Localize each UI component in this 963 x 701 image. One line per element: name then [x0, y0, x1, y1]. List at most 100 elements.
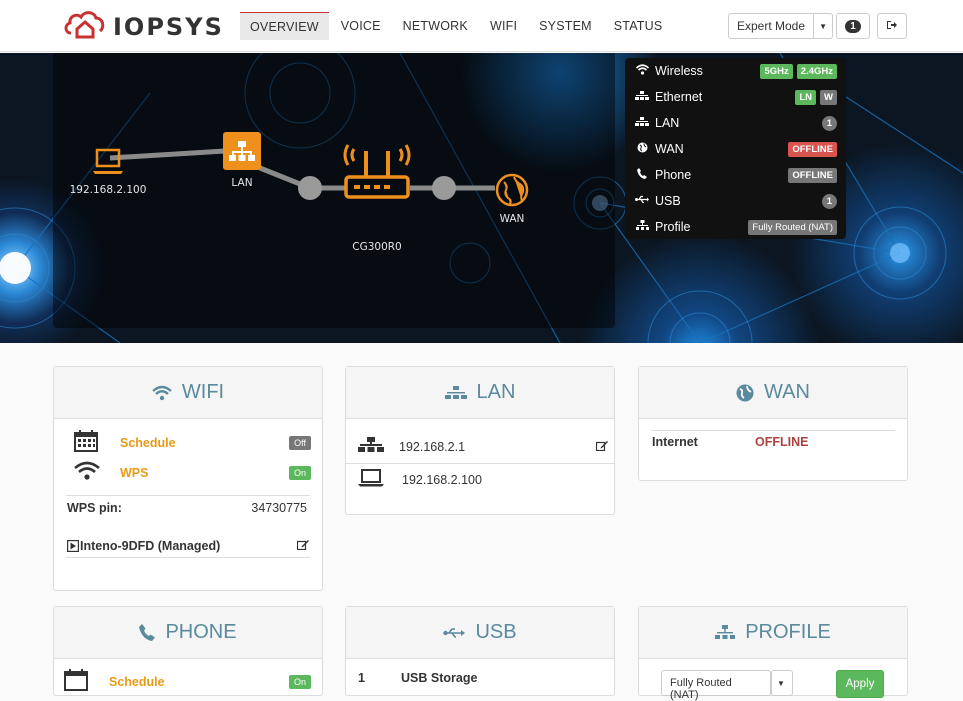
usb-panel-title: USB: [475, 621, 517, 643]
brand-logo[interactable]: IOPSYS: [63, 9, 224, 44]
lan-gateway-ip: 192.168.2.1: [399, 439, 466, 454]
badge-usb-count: 1: [821, 193, 837, 209]
status-row-lan[interactable]: LAN 1: [633, 111, 837, 135]
usb-device-name: USB Storage: [401, 671, 478, 685]
ssid-row[interactable]: Inteno-9DFD (Managed): [67, 539, 309, 553]
lan-panel-header[interactable]: LAN: [346, 367, 614, 419]
wps-label: WPS: [120, 465, 149, 480]
notification-count: 1: [845, 19, 861, 33]
wifi-schedule-label: Schedule: [120, 435, 176, 450]
profile-panel-header[interactable]: PROFILE: [639, 607, 907, 659]
wan-internet-label: Internet: [652, 435, 698, 449]
badge-lan-count: 1: [821, 115, 837, 131]
usb-device-row[interactable]: 1 USB Storage: [358, 671, 608, 685]
hero-network-overview: 192.168.2.100 LAN CG300R0 WAN Wireless 5…: [0, 53, 963, 343]
brand-name: IOPSYS: [113, 12, 224, 41]
ssid-name: Inteno-9DFD (Managed): [80, 539, 221, 553]
status-row-phone[interactable]: Phone OFFLINE: [633, 163, 837, 187]
wifi-icon: [152, 385, 172, 401]
nav-overview[interactable]: OVERVIEW: [240, 12, 329, 40]
phone-icon: [633, 168, 651, 182]
lan-switch-icon[interactable]: [223, 132, 261, 170]
sitemap-icon: [358, 437, 384, 456]
phone-schedule-label: Schedule: [109, 674, 165, 689]
lan-client-ip: 192.168.2.100: [402, 472, 482, 487]
nav-status[interactable]: STATUS: [604, 12, 673, 40]
phone-schedule-row[interactable]: Schedule On: [64, 669, 311, 694]
sitemap-icon: [633, 90, 651, 104]
profile-panel-title: PROFILE: [745, 621, 831, 643]
usb-icon: [633, 195, 651, 207]
wifi-icon: [74, 461, 100, 484]
phone-panel: PHONE Schedule On: [53, 606, 323, 696]
usb-panel: USB 1 USB Storage: [345, 606, 615, 696]
nav-wifi[interactable]: WIFI: [480, 12, 527, 40]
wan-internet-row[interactable]: Internet OFFLINE: [652, 435, 892, 449]
wps-pin-row: WPS pin: 34730775: [67, 501, 307, 515]
status-label-ethernet: Ethernet: [655, 90, 703, 104]
mode-dropdown-toggle[interactable]: ▼: [814, 13, 834, 39]
badge-5ghz: 5GHz: [760, 63, 793, 79]
mode-selector: Expert Mode ▼: [728, 13, 834, 39]
wps-row[interactable]: WPS On: [74, 461, 311, 484]
profile-select-value: Fully Routed (NAT): [670, 677, 732, 701]
nav-network[interactable]: NETWORK: [393, 12, 478, 40]
wifi-panel-header[interactable]: WIFI: [54, 367, 322, 419]
badge-phone-state: OFFLINE: [788, 167, 837, 183]
wan-globe-icon[interactable]: [495, 173, 529, 212]
badge-w: W: [820, 89, 837, 105]
status-label-lan: LAN: [655, 116, 680, 130]
calendar-icon: [74, 430, 98, 455]
phone-panel-header[interactable]: PHONE: [54, 607, 322, 659]
divider: [651, 430, 895, 431]
profile-select-caret[interactable]: ▼: [771, 670, 793, 696]
status-row-ethernet[interactable]: Ethernet LN W: [633, 85, 837, 109]
nav-system[interactable]: SYSTEM: [529, 12, 602, 40]
usb-icon: [443, 627, 466, 639]
lan-panel: LAN 192.168.2.1 192.168.2.100: [345, 366, 615, 515]
usb-device-index: 1: [358, 671, 365, 685]
client-laptop-icon[interactable]: [92, 147, 124, 182]
lan-gateway-row[interactable]: 192.168.2.1: [358, 437, 608, 456]
divider: [66, 557, 310, 558]
status-row-profile[interactable]: Profile Fully Routed (NAT): [633, 215, 837, 239]
status-label-profile: Profile: [655, 220, 691, 234]
status-row-wan[interactable]: WAN OFFLINE: [633, 137, 837, 161]
router-model-label: CG300R0: [352, 241, 402, 253]
expert-mode-button[interactable]: Expert Mode: [728, 13, 815, 39]
usb-panel-header[interactable]: USB: [346, 607, 614, 659]
nav-voice[interactable]: VOICE: [331, 12, 391, 40]
phone-schedule-state[interactable]: On: [288, 674, 311, 689]
status-row-wireless[interactable]: Wireless 5GHz 2.4GHz: [633, 59, 837, 83]
edit-icon[interactable]: [595, 440, 608, 454]
profile-select[interactable]: Fully Routed (NAT): [661, 670, 771, 701]
notifications-button[interactable]: 1: [836, 13, 870, 39]
wifi-schedule-state[interactable]: Off: [289, 435, 311, 450]
apply-button[interactable]: Apply: [836, 670, 884, 698]
sitemap-icon: [633, 116, 651, 130]
sign-out-icon: [886, 17, 898, 35]
wifi-schedule-row[interactable]: Schedule Off: [74, 430, 311, 455]
profile-network-icon: [633, 220, 651, 234]
router-icon[interactable]: [342, 143, 412, 210]
lan-node-label: LAN: [231, 177, 253, 189]
status-label-usb: USB: [655, 194, 681, 208]
profile-panel: PROFILE Fully Routed (NAT) ▼ Apply: [638, 606, 908, 701]
main-menu: OVERVIEW VOICE NETWORK WIFI SYSTEM STATU…: [240, 12, 674, 40]
wps-state[interactable]: On: [288, 465, 311, 480]
sitemap-icon: [444, 385, 467, 400]
globe-icon: [633, 142, 651, 156]
status-row-usb[interactable]: USB 1: [633, 189, 837, 213]
phone-panel-title: PHONE: [165, 621, 237, 643]
badge-ln: LN: [795, 89, 817, 105]
lan-client-row[interactable]: 192.168.2.100: [358, 469, 608, 490]
globe-icon: [736, 384, 754, 402]
wan-panel-title: WAN: [764, 381, 810, 403]
laptop-icon: [358, 469, 384, 490]
logout-button[interactable]: [877, 13, 907, 39]
wifi-panel-title: WIFI: [181, 381, 225, 403]
wan-panel-header[interactable]: WAN: [639, 367, 907, 419]
edit-icon[interactable]: [296, 539, 309, 553]
play-square-icon: [67, 540, 79, 552]
divider: [66, 495, 310, 496]
